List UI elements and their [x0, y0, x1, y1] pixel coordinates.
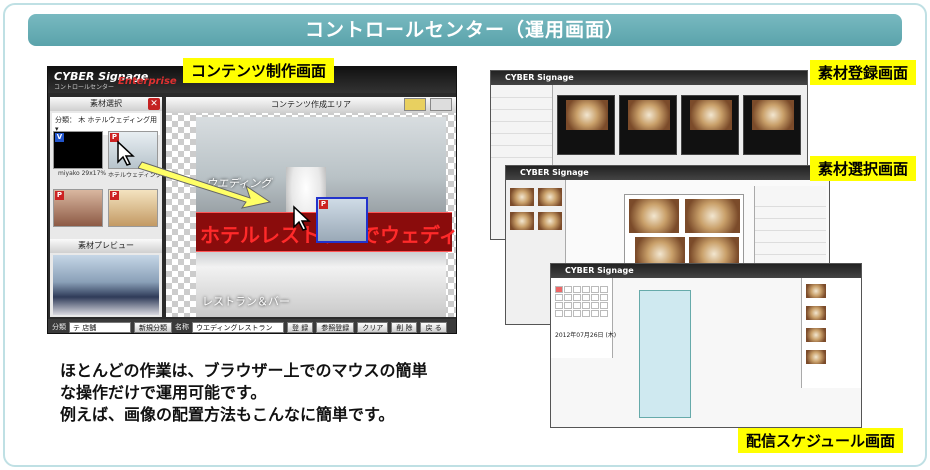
label-schedule: 配信スケジュール画面	[738, 428, 903, 453]
schedule-screenshot: CYBER Signage 2012年07月26日 (木)	[550, 263, 862, 428]
mouse-cursor-icon-2	[293, 205, 311, 231]
picture-badge-icon: P	[110, 191, 119, 200]
material-preview-image	[53, 255, 159, 315]
description-line-2: な操作だけで運用可能です。	[60, 383, 267, 402]
schedule-date: 2012年07月26日 (木)	[555, 332, 617, 339]
schedule-top-bar: CYBER Signage	[551, 264, 861, 278]
edition-label: Enterprise	[118, 76, 177, 87]
description-line-1: ほとんどの作業は、ブラウザー上でのマウスの簡単	[60, 361, 428, 380]
ref-register-button[interactable]: 参照登録	[316, 321, 355, 333]
material-thumb-1[interactable]: V	[53, 131, 103, 169]
close-icon[interactable]: ✕	[148, 98, 160, 110]
new-category-button[interactable]: 新規分類	[134, 321, 172, 333]
editor-bottom-bar: 分類 テ 店舗 新規分類 名称 ウエディングレストラン 登 録 参照登録 クリア…	[48, 319, 456, 333]
select-top-bar: CYBER Signage	[506, 166, 829, 180]
register-logo: CYBER Signage	[505, 73, 574, 82]
schedule-logo: CYBER Signage	[565, 266, 634, 275]
label-material-register: 素材登録画面	[810, 60, 917, 85]
thumb-caption-1: miyako 29x17%	[58, 170, 107, 177]
material-select-title: 素材選択	[90, 99, 122, 108]
select-logo: CYBER Signage	[520, 168, 589, 177]
label-material-select: 素材選択画面	[810, 156, 917, 181]
name-field[interactable]: ウエディングレストラン	[192, 321, 284, 333]
dropped-image-selection[interactable]: P	[316, 197, 368, 243]
register-tile-1[interactable]	[557, 95, 615, 155]
clear-button[interactable]: クリア	[357, 321, 389, 333]
schedule-calendar[interactable]: 2012年07月26日 (木)	[551, 278, 617, 358]
register-tile-2[interactable]	[619, 95, 677, 155]
material-select-header: 素材選択 ✕	[50, 97, 162, 111]
preview-header: 素材プレビュー	[50, 239, 162, 253]
schedule-timeline-column[interactable]	[639, 290, 691, 418]
label-content-edit: コンテンツ制作画面	[183, 58, 335, 83]
category-field[interactable]: テ 店舗	[69, 321, 131, 333]
material-thumb-3[interactable]: P	[53, 189, 103, 227]
restaurant-text: レストラン＆バー	[202, 295, 290, 308]
register-top-bar: CYBER Signage	[491, 71, 807, 85]
description-line-3: 例えば、画像の配置方法もこんなに簡単です。	[60, 405, 395, 424]
register-tile-4[interactable]	[743, 95, 801, 155]
canvas-tool-icon[interactable]	[404, 98, 426, 111]
schedule-content-list	[801, 278, 861, 388]
picture-badge-icon: P	[55, 191, 64, 200]
register-tile-3[interactable]	[681, 95, 739, 155]
select-preview-area[interactable]	[624, 194, 744, 274]
register-button[interactable]: 登 録	[287, 321, 314, 333]
delete-button[interactable]: 削 除	[391, 321, 418, 333]
description-text: ほとんどの作業は、ブラウザー上でのマウスの簡単 な操作だけで運用可能です。 例え…	[60, 360, 428, 426]
video-badge-icon: V	[55, 133, 64, 142]
mouse-cursor-icon	[117, 140, 135, 166]
editor-logo-sub: コントロールセンター	[54, 84, 115, 91]
page-title-banner: コントロールセンター（運用画面）	[28, 14, 902, 46]
canvas-window-icon[interactable]	[430, 98, 452, 111]
name-label: 名称	[175, 323, 189, 331]
drag-arrow-icon	[138, 161, 272, 209]
back-button[interactable]: 戻 る	[420, 321, 447, 333]
category-label: 分類	[52, 323, 66, 331]
picture-badge-icon: P	[319, 200, 328, 209]
